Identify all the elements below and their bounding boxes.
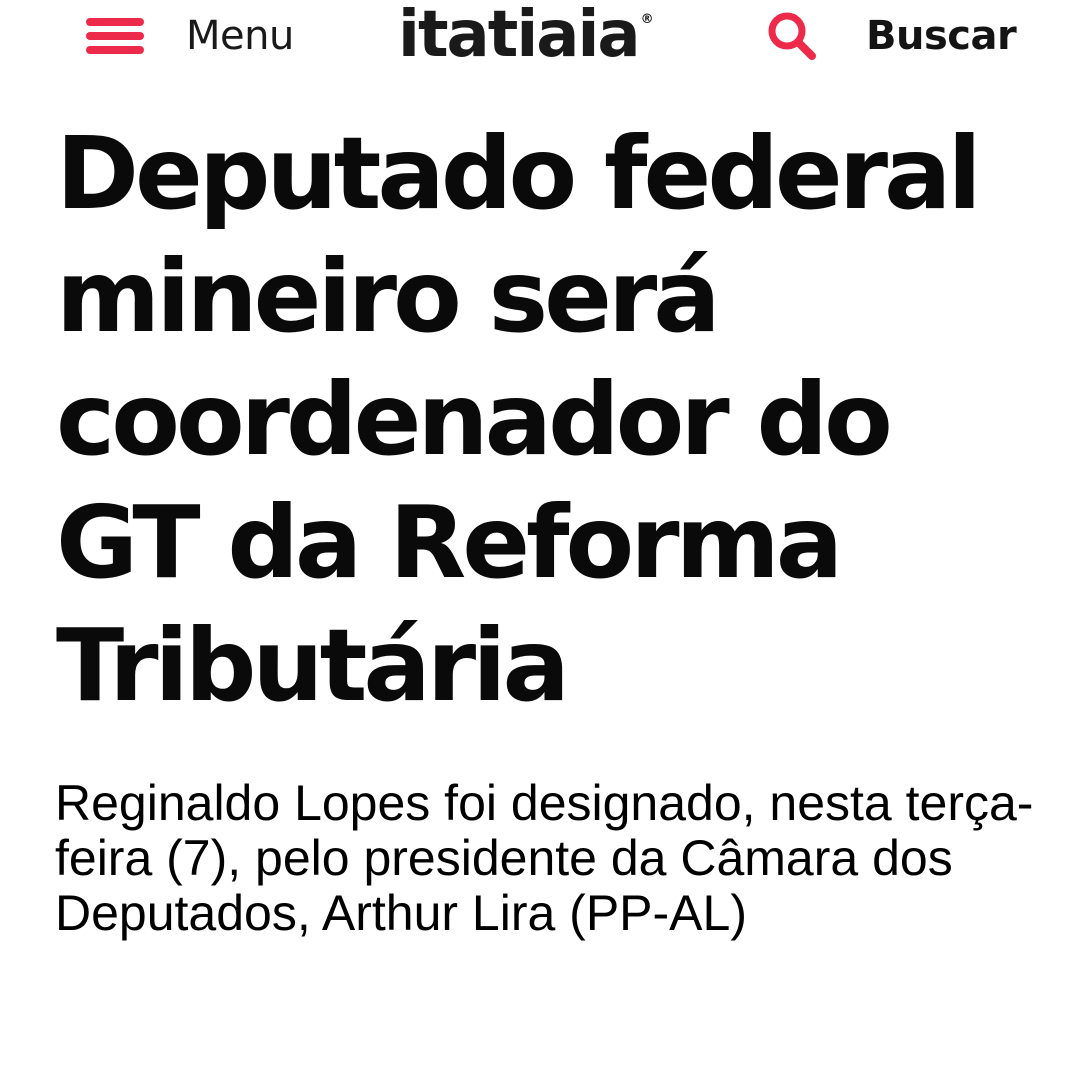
site-header: Menu itatiaia ® Buscar <box>0 0 1080 80</box>
logo-text: itatiaia <box>398 0 641 72</box>
search-label: Buscar <box>866 13 1017 59</box>
menu-button[interactable]: Menu <box>86 8 294 64</box>
article-subtitle: Reginaldo Lopes foi designado, nesta ter… <box>55 775 1034 941</box>
search-icon <box>766 10 818 62</box>
site-logo[interactable]: itatiaia ® <box>398 0 654 70</box>
article-headline: Deputado federal mineiro será coordenado… <box>56 115 982 724</box>
hamburger-icon <box>86 14 144 58</box>
menu-label: Menu <box>186 13 294 59</box>
registered-mark: ® <box>640 12 654 27</box>
search-button[interactable]: Buscar <box>766 8 1017 64</box>
